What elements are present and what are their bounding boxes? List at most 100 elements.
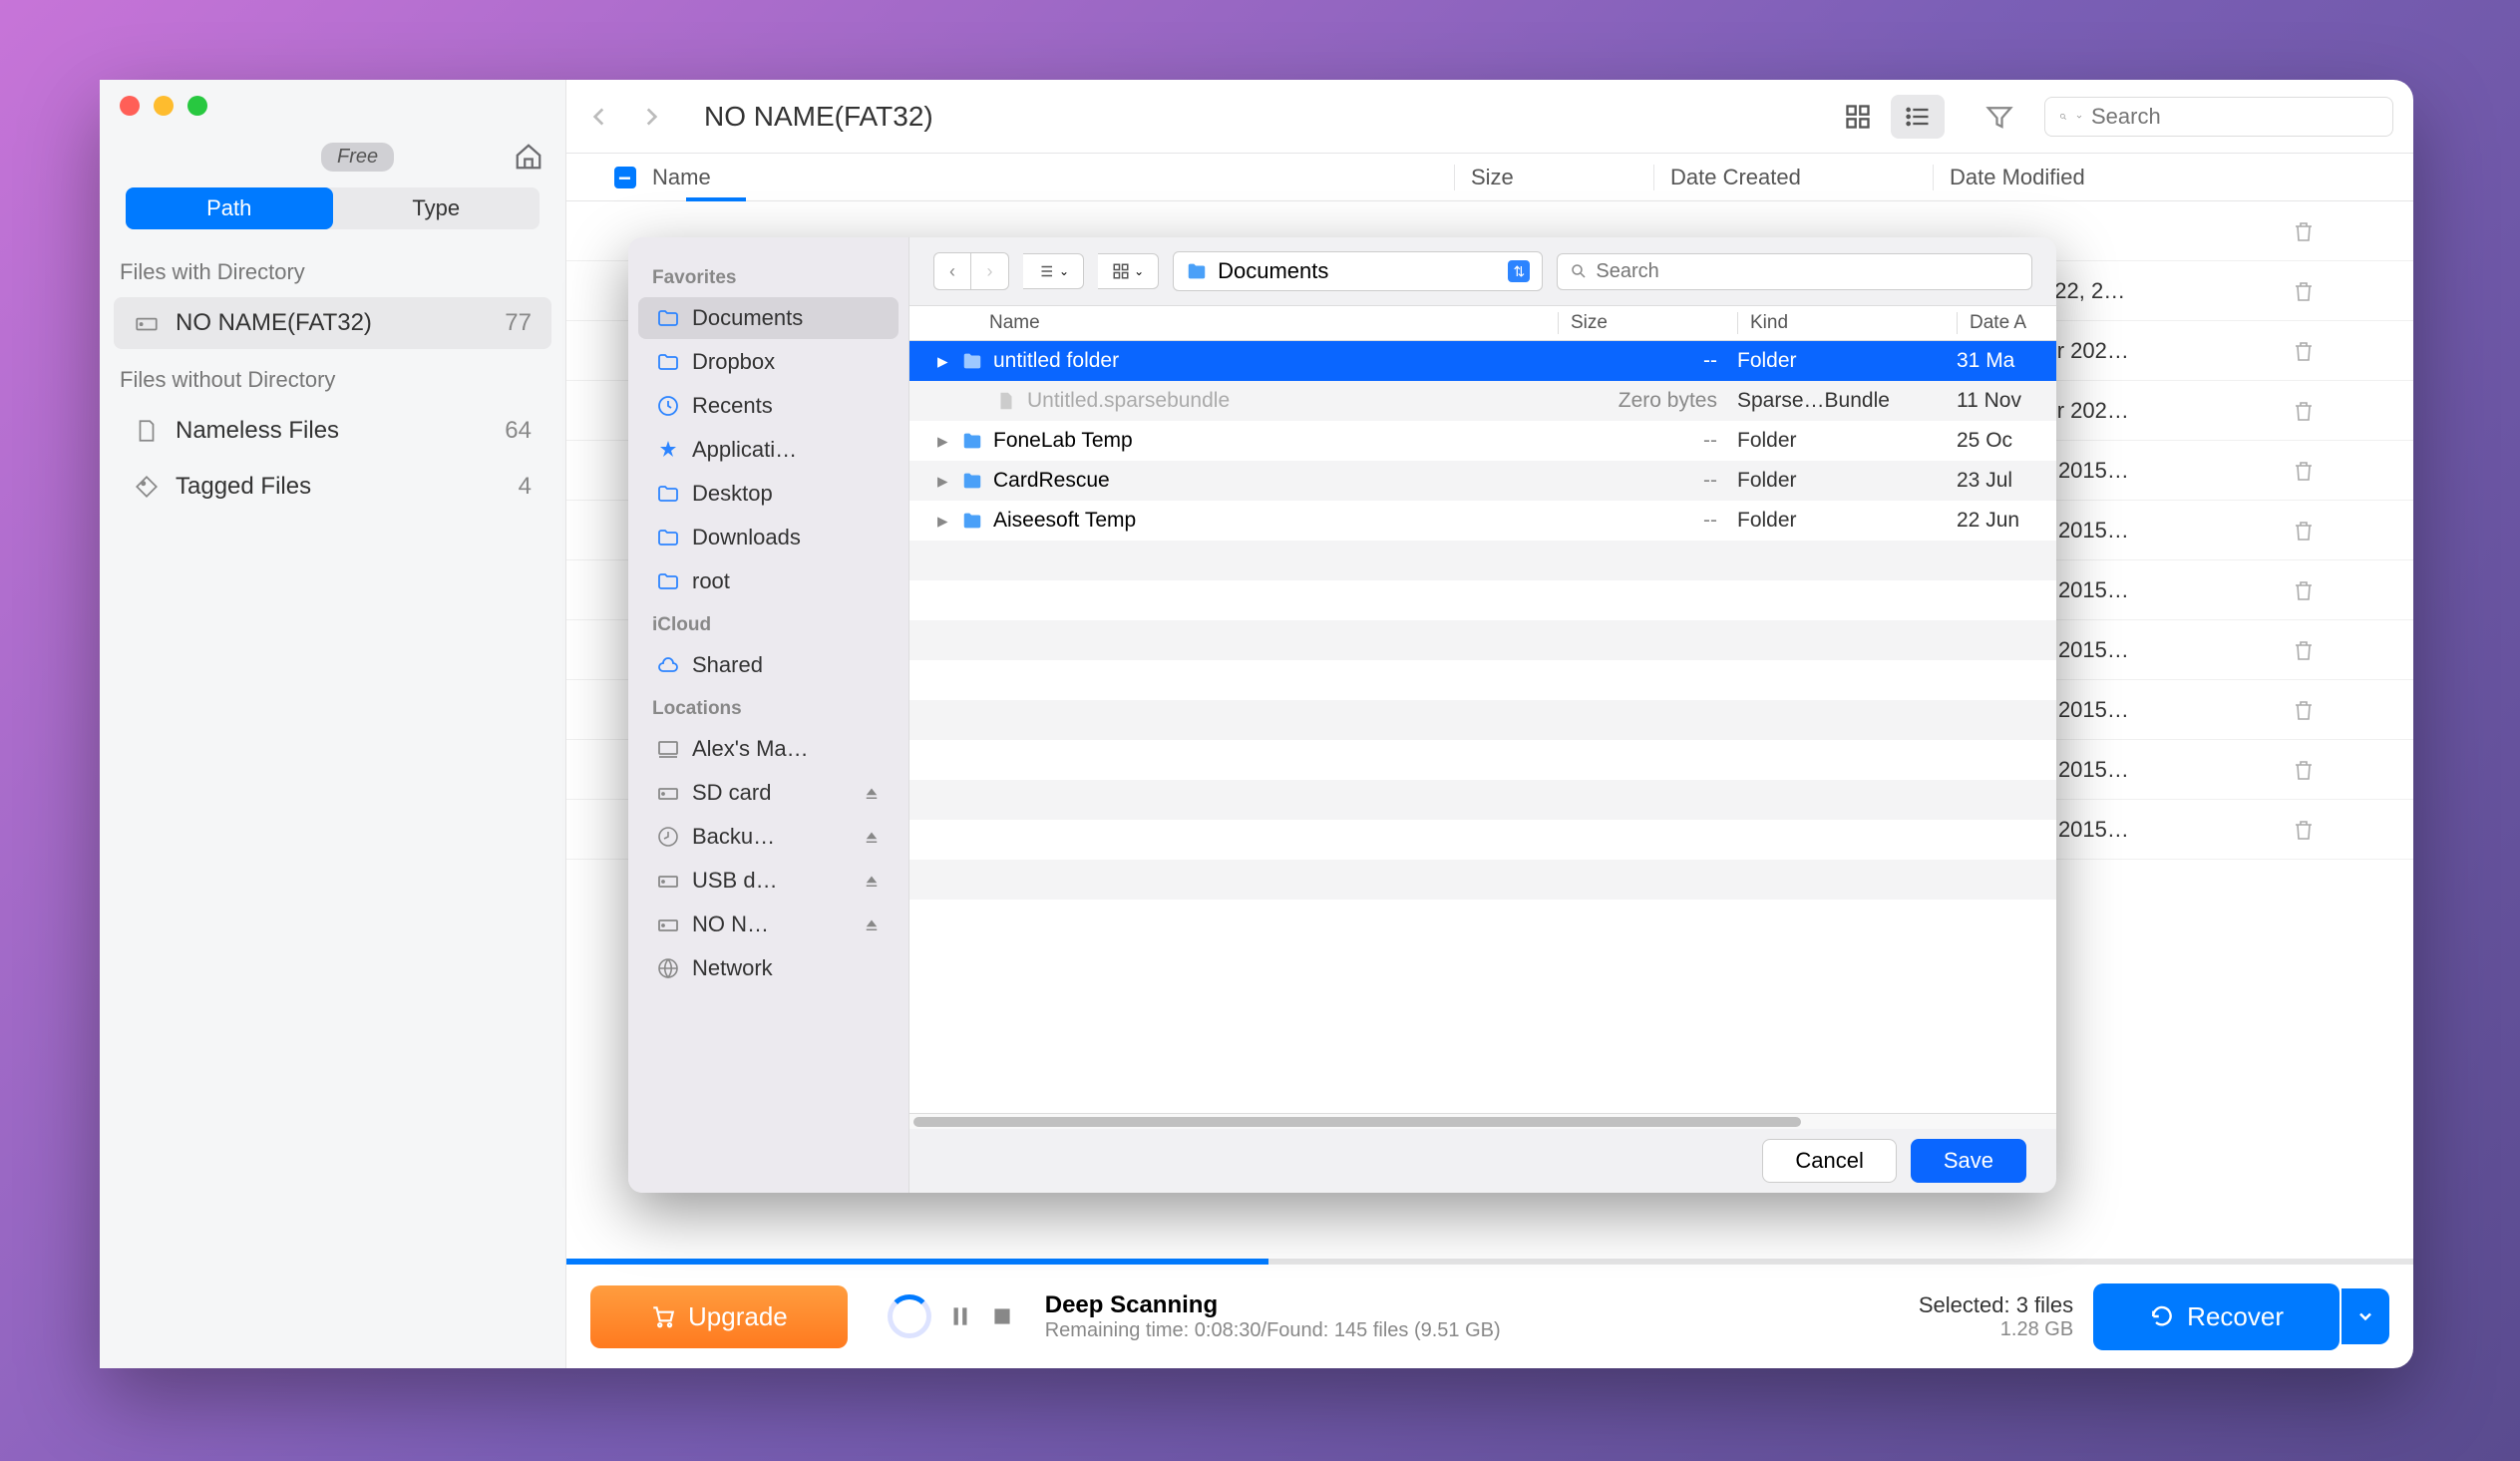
stop-icon[interactable] bbox=[989, 1303, 1015, 1329]
trash-icon[interactable] bbox=[2292, 698, 2316, 722]
dlg-col-size[interactable]: Size bbox=[1558, 312, 1737, 334]
dlg-sidebar-item[interactable]: Shared bbox=[638, 644, 899, 686]
trash-icon[interactable] bbox=[2292, 638, 2316, 662]
dlg-list-view[interactable]: ⌄ bbox=[1023, 253, 1084, 289]
col-created[interactable]: Date Created bbox=[1653, 165, 1933, 190]
trash-icon[interactable] bbox=[2292, 519, 2316, 543]
trash-icon[interactable] bbox=[2292, 339, 2316, 363]
scan-subtitle: Remaining time: 0:08:30/Found: 145 files… bbox=[1045, 1319, 1919, 1342]
dlg-search-input[interactable] bbox=[1596, 260, 2019, 283]
dlg-row-empty bbox=[909, 860, 2056, 900]
dlg-location-dropdown[interactable]: Documents ⇅ bbox=[1173, 251, 1543, 291]
folder-icon bbox=[656, 569, 680, 593]
sidebar-item-nameless[interactable]: Nameless Files 64 bbox=[114, 405, 551, 457]
column-headers: Name Size Date Created Date Modified bbox=[566, 154, 2413, 201]
dialog-toolbar: ‹ › ⌄ ⌄ Documents ⇅ bbox=[909, 237, 2056, 305]
toolbar-search[interactable] bbox=[2044, 97, 2393, 137]
dlg-sidebar-item[interactable]: Network bbox=[638, 947, 899, 989]
select-all-checkbox[interactable] bbox=[614, 167, 636, 188]
dlg-sidebar-item[interactable]: SD card bbox=[638, 772, 899, 814]
dlg-sidebar-item[interactable]: root bbox=[638, 560, 899, 602]
dlg-section-locations: Locations bbox=[628, 688, 908, 726]
grid-icon bbox=[1844, 103, 1872, 131]
dlg-forward-button[interactable]: › bbox=[971, 252, 1009, 290]
segment-type[interactable]: Type bbox=[333, 187, 540, 229]
dlg-col-date[interactable]: Date A bbox=[1957, 312, 2056, 334]
trash-icon[interactable] bbox=[2292, 758, 2316, 782]
dlg-sidebar-item[interactable]: Recents bbox=[638, 385, 899, 427]
col-modified[interactable]: Date Modified bbox=[1933, 165, 2212, 190]
trash-icon[interactable] bbox=[2292, 818, 2316, 842]
sidebar-item-drive[interactable]: NO NAME(FAT32) 77 bbox=[114, 297, 551, 349]
close-icon[interactable] bbox=[120, 96, 140, 116]
sidebar-item-tagged[interactable]: Tagged Files 4 bbox=[114, 461, 551, 513]
recover-button[interactable]: Recover bbox=[2093, 1283, 2340, 1350]
dlg-sidebar-item[interactable]: Applicati… bbox=[638, 429, 899, 471]
eject-icon[interactable] bbox=[863, 784, 881, 802]
minimize-icon[interactable] bbox=[154, 96, 174, 116]
eject-icon[interactable] bbox=[863, 915, 881, 933]
back-icon[interactable] bbox=[586, 104, 612, 130]
dlg-row[interactable]: ▸Aiseesoft Temp--Folder22 Jun bbox=[909, 501, 2056, 541]
dlg-sidebar-item[interactable]: Backu… bbox=[638, 816, 899, 858]
eject-icon[interactable] bbox=[863, 828, 881, 846]
dlg-row[interactable]: ▸untitled folder--Folder31 Ma bbox=[909, 341, 2056, 381]
dlg-sidebar-item[interactable]: Desktop bbox=[638, 473, 899, 515]
zoom-icon[interactable] bbox=[187, 96, 207, 116]
cancel-button[interactable]: Cancel bbox=[1762, 1139, 1896, 1183]
dlg-scrollbar[interactable] bbox=[909, 1113, 2056, 1129]
dlg-row-empty bbox=[909, 620, 2056, 660]
trash-icon[interactable] bbox=[2292, 399, 2316, 423]
dlg-search[interactable] bbox=[1557, 253, 2032, 290]
search-input[interactable] bbox=[2091, 104, 2378, 130]
dlg-sidebar-item[interactable]: Dropbox bbox=[638, 341, 899, 383]
col-size[interactable]: Size bbox=[1454, 165, 1653, 190]
disk-icon bbox=[656, 869, 680, 893]
cloud-icon bbox=[656, 653, 680, 677]
traffic-lights[interactable] bbox=[120, 96, 207, 116]
dlg-row[interactable]: ▸FoneLab Temp--Folder25 Oc bbox=[909, 421, 2056, 461]
disclosure-icon[interactable]: ▸ bbox=[937, 509, 951, 534]
sidebar-item-label: NO NAME(FAT32) bbox=[176, 309, 372, 337]
trash-icon[interactable] bbox=[2292, 279, 2316, 303]
time-machine-icon bbox=[656, 825, 680, 849]
disclosure-icon[interactable]: ▸ bbox=[937, 429, 951, 454]
dialog-main: ‹ › ⌄ ⌄ Documents ⇅ bbox=[909, 237, 2056, 1193]
cart-icon bbox=[650, 1303, 676, 1329]
dlg-sidebar-item[interactable]: Downloads bbox=[638, 517, 899, 558]
eject-icon[interactable] bbox=[863, 872, 881, 890]
file-icon bbox=[995, 390, 1017, 412]
filter-button[interactable] bbox=[1984, 102, 2014, 132]
dlg-col-name[interactable]: Name bbox=[909, 312, 1558, 334]
dlg-row[interactable]: ▸Untitled.sparsebundleZero bytesSparse…B… bbox=[909, 381, 2056, 421]
pause-icon[interactable] bbox=[947, 1303, 973, 1329]
list-view-button[interactable] bbox=[1891, 95, 1945, 139]
grid-view-button[interactable] bbox=[1831, 95, 1885, 139]
dlg-sidebar-item[interactable]: Alex's Ma… bbox=[638, 728, 899, 770]
home-icon[interactable] bbox=[514, 142, 543, 172]
dlg-sidebar-item[interactable]: USB d… bbox=[638, 860, 899, 902]
sidebar-item-count: 4 bbox=[519, 473, 532, 501]
col-name[interactable]: Name bbox=[652, 165, 711, 190]
section-with-dir: Files with Directory bbox=[100, 243, 565, 295]
dlg-col-kind[interactable]: Kind bbox=[1737, 312, 1957, 334]
upgrade-button[interactable]: Upgrade bbox=[590, 1285, 848, 1348]
dlg-sidebar-item[interactable]: NO N… bbox=[638, 904, 899, 945]
trash-icon[interactable] bbox=[2292, 219, 2316, 243]
disclosure-icon[interactable]: ▸ bbox=[937, 349, 951, 374]
dlg-back-button[interactable]: ‹ bbox=[933, 252, 971, 290]
titlebar bbox=[100, 80, 565, 132]
footer: Upgrade Deep Scanning Remaining time: 0:… bbox=[566, 1265, 2413, 1368]
dlg-sidebar-item[interactable]: Documents bbox=[638, 297, 899, 339]
dlg-icon-view[interactable]: ⌄ bbox=[1098, 253, 1159, 289]
recover-dropdown[interactable] bbox=[2341, 1288, 2389, 1344]
save-button[interactable]: Save bbox=[1911, 1139, 2026, 1183]
trash-icon[interactable] bbox=[2292, 578, 2316, 602]
segment-path[interactable]: Path bbox=[126, 187, 333, 229]
disclosure-icon[interactable]: ▸ bbox=[937, 469, 951, 494]
sidebar-item-label: Nameless Files bbox=[176, 417, 339, 445]
forward-icon[interactable] bbox=[638, 104, 664, 130]
globe-icon bbox=[656, 956, 680, 980]
dlg-row[interactable]: ▸CardRescue--Folder23 Jul bbox=[909, 461, 2056, 501]
trash-icon[interactable] bbox=[2292, 459, 2316, 483]
